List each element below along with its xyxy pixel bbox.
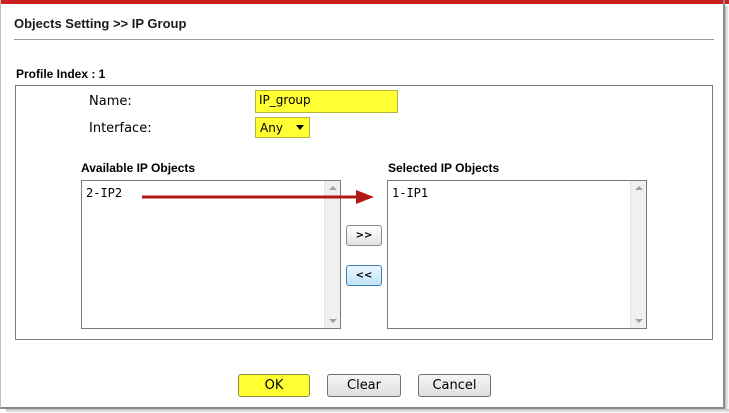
cancel-button[interactable]: Cancel [418, 374, 491, 397]
page-title: Objects Setting >> IP Group [14, 16, 187, 31]
scroll-down-icon[interactable] [635, 319, 643, 323]
scroll-down-icon[interactable] [329, 319, 337, 323]
title-divider [14, 39, 714, 40]
chevron-down-icon [296, 125, 304, 130]
frame-shadow-right [725, 6, 729, 413]
scroll-up-icon[interactable] [635, 186, 643, 190]
interface-label: Interface: [89, 121, 152, 136]
interface-select-value: Any [260, 121, 283, 135]
available-objects-heading: Available IP Objects [81, 161, 196, 175]
available-objects-list[interactable]: 2-IP2 [81, 180, 341, 329]
selected-objects-heading: Selected IP Objects [388, 161, 500, 175]
frame-shadow-bottom [6, 409, 729, 413]
clear-button[interactable]: Clear [327, 374, 401, 397]
list-item[interactable]: 2-IP2 [86, 186, 122, 200]
add-object-button[interactable]: >> [346, 225, 382, 246]
ok-button[interactable]: OK [238, 374, 310, 397]
remove-object-button[interactable]: << [346, 265, 382, 286]
available-list-scrollbar[interactable] [324, 181, 340, 328]
name-input[interactable]: IP_group [255, 90, 398, 113]
interface-select[interactable]: Any [255, 117, 310, 138]
list-item[interactable]: 1-IP1 [392, 186, 428, 200]
scroll-up-icon[interactable] [329, 186, 337, 190]
selected-list-scrollbar[interactable] [630, 181, 646, 328]
name-label: Name: [89, 94, 132, 109]
selected-objects-list[interactable]: 1-IP1 [387, 180, 647, 329]
profile-index-label: Profile Index : 1 [16, 67, 106, 81]
